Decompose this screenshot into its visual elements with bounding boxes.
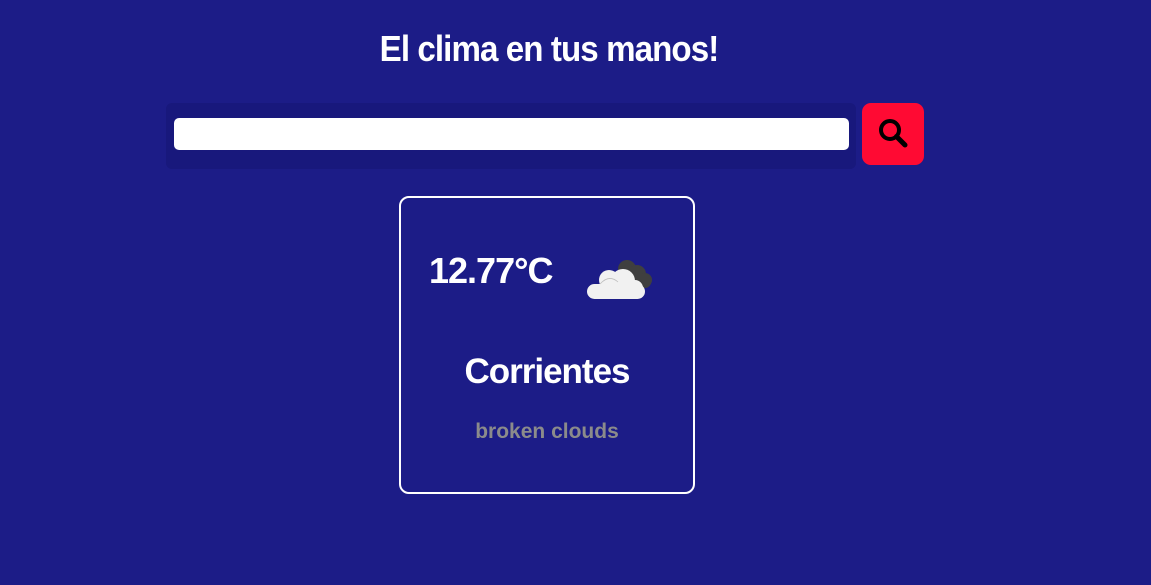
search-bar — [166, 103, 926, 169]
temperature-row: 12.77°C — [429, 250, 553, 292]
city-name: Corrientes — [464, 352, 630, 391]
broken-clouds-icon — [583, 252, 659, 304]
search-button[interactable] — [862, 103, 924, 165]
weather-card: 12.77°C Corrientes broken clouds — [399, 196, 695, 494]
page: El clima en tus manos! 12.77°C Corriente… — [0, 0, 1151, 585]
temperature-value: 12.77°C — [429, 250, 553, 291]
weather-description: broken clouds — [475, 420, 619, 443]
search-input[interactable] — [174, 118, 849, 150]
search-icon — [876, 116, 910, 153]
page-title: El clima en tus manos! — [379, 28, 720, 69]
